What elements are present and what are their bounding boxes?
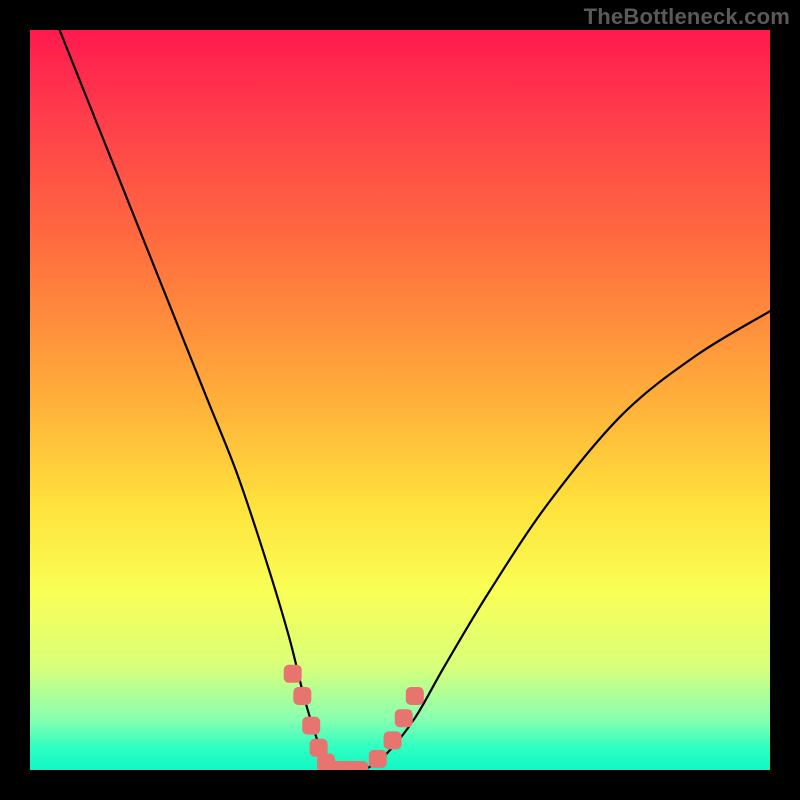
curve-marker xyxy=(406,687,424,705)
watermark-text: TheBottleneck.com xyxy=(584,4,790,30)
curve-marker xyxy=(384,731,402,749)
curve-marker xyxy=(395,709,413,727)
curve-marker xyxy=(302,717,320,735)
curve-marker xyxy=(293,687,311,705)
plot-area xyxy=(30,30,770,770)
marker-group xyxy=(284,665,424,770)
curve-marker xyxy=(369,750,387,768)
bottleneck-curve xyxy=(60,30,770,770)
chart-svg xyxy=(30,30,770,770)
curve-marker xyxy=(284,665,302,683)
curve-marker xyxy=(350,761,368,770)
chart-frame: TheBottleneck.com xyxy=(0,0,800,800)
